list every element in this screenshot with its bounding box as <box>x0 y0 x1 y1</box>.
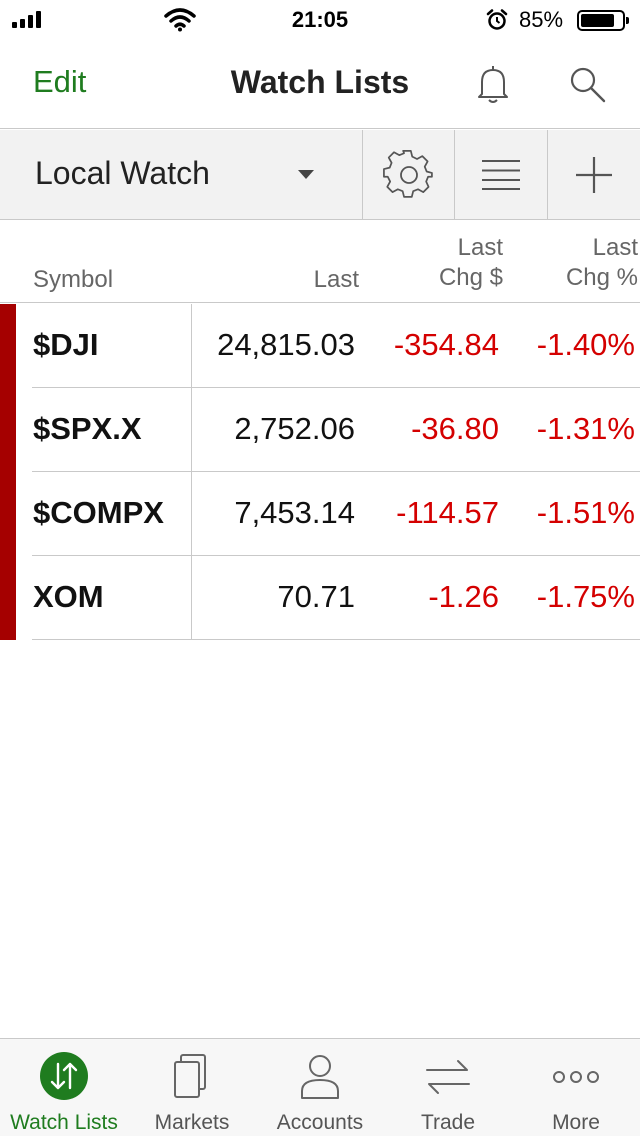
selected-list-name: Local Watch <box>35 155 210 191</box>
table-row[interactable]: $DJI 24,815.03 -354.84 -1.40% <box>0 304 640 388</box>
table-row[interactable]: XOM 70.71 -1.26 -1.75% <box>0 556 640 640</box>
search-icon[interactable] <box>567 64 607 104</box>
header-last-pct-line1: Last <box>592 234 638 261</box>
row-marker <box>0 556 16 640</box>
tab-label: Trade <box>420 1111 476 1134</box>
row-marker <box>0 304 16 388</box>
status-bar: 21:05 85% <box>0 0 640 40</box>
change-cell: -1.26 <box>428 579 499 614</box>
bell-icon[interactable] <box>474 64 512 104</box>
settings-button[interactable] <box>362 130 454 219</box>
last-price-cell: 70.71 <box>277 579 355 614</box>
battery-fill <box>581 14 615 27</box>
add-symbol-button[interactable] <box>547 130 639 219</box>
nav-bar: Edit Watch Lists <box>0 40 640 129</box>
table-row[interactable]: $SPX.X 2,752.06 -36.80 -1.31% <box>0 388 640 472</box>
accounts-icon <box>301 1055 339 1099</box>
header-symbol[interactable]: Symbol <box>33 265 113 295</box>
tab-label: Accounts <box>276 1111 364 1134</box>
more-icon <box>553 1071 599 1083</box>
header-last-chg-line2: Chg $ <box>438 264 503 291</box>
list-icon <box>481 159 520 190</box>
tab-label: More <box>552 1111 600 1134</box>
table-header: Symbol Last Last Chg $ Last Chg % <box>0 221 640 303</box>
row-marker <box>0 388 16 472</box>
symbol-cell: XOM <box>33 579 104 614</box>
symbol-cell: $SPX.X <box>33 411 142 446</box>
chevron-down-icon <box>298 170 314 179</box>
gear-icon <box>382 149 433 198</box>
last-price-cell: 2,752.06 <box>234 411 355 446</box>
header-last[interactable]: Last <box>314 265 359 295</box>
change-cell: -114.57 <box>396 495 499 530</box>
tab-label: Markets <box>154 1111 230 1134</box>
tab-trade[interactable]: Trade <box>384 1039 512 1136</box>
last-price-cell: 7,453.14 <box>234 495 355 530</box>
header-last-chg-line1: Last <box>457 234 503 261</box>
markets-icon <box>174 1054 206 1098</box>
header-last-chg[interactable]: Last Chg $ <box>439 233 503 293</box>
row-marker <box>0 472 16 556</box>
header-last-pct-line2: Chg % <box>565 264 638 291</box>
tab-watch-lists[interactable]: Watch Lists <box>0 1039 128 1136</box>
watch-lists-icon <box>40 1052 88 1100</box>
change-percent-cell: -1.75% <box>536 579 635 614</box>
change-cell: -36.80 <box>411 411 499 446</box>
list-view-button[interactable] <box>454 130 546 219</box>
change-percent-cell: -1.40% <box>536 327 635 362</box>
trade-icon <box>426 1060 470 1094</box>
battery-percent: 85% <box>519 7 564 32</box>
tab-accounts[interactable]: Accounts <box>256 1039 384 1136</box>
watchlist-table: $DJI 24,815.03 -354.84 -1.40% $SPX.X 2,7… <box>0 304 640 640</box>
watchlist-dropdown[interactable]: Local Watch <box>0 130 362 219</box>
header-last-pct[interactable]: Last Chg % <box>566 233 638 293</box>
change-percent-cell: -1.51% <box>536 495 635 530</box>
change-cell: -354.84 <box>393 327 499 362</box>
edit-button[interactable]: Edit <box>33 64 86 100</box>
symbol-cell: $DJI <box>33 327 99 362</box>
plus-icon <box>575 156 612 193</box>
table-row[interactable]: $COMPX 7,453.14 -114.57 -1.51% <box>0 472 640 556</box>
page-title: Watch Lists <box>230 64 410 100</box>
tab-markets[interactable]: Markets <box>128 1039 256 1136</box>
tab-label: Watch Lists <box>10 1111 118 1134</box>
watchlist-toolbar: Local Watch <box>0 130 640 220</box>
alarm-icon <box>486 9 508 30</box>
change-percent-cell: -1.31% <box>536 411 635 446</box>
battery-icon <box>577 10 629 31</box>
last-price-cell: 24,815.03 <box>217 327 355 362</box>
tab-more[interactable]: More <box>512 1039 640 1136</box>
tab-bar: Watch Lists Markets Accounts Trade More <box>0 1038 640 1136</box>
symbol-cell: $COMPX <box>33 495 164 530</box>
